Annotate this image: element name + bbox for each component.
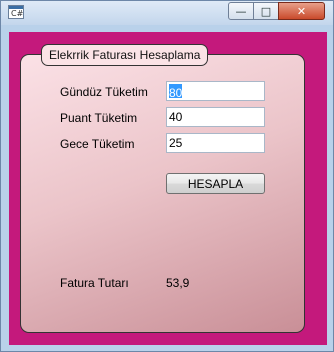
text-selection-highlight: 80 (169, 84, 183, 100)
maximize-button[interactable]: □ (253, 2, 279, 20)
app-window: C# — □ ✕ Elekrrik Faturası Hesaplama Gün… (0, 0, 334, 352)
calculate-button[interactable]: HESAPLA (166, 173, 265, 194)
puant-label: Puant Tüketim (60, 111, 138, 125)
close-button[interactable]: ✕ (278, 2, 325, 20)
title-bar[interactable]: C# — □ ✕ (1, 1, 333, 25)
app-icon[interactable]: C# (8, 5, 24, 19)
gece-input[interactable] (166, 133, 265, 153)
minimize-button[interactable]: — (228, 2, 254, 20)
close-icon: ✕ (296, 4, 307, 18)
app-icon-glyph: C# (11, 9, 24, 18)
minimize-icon: — (235, 4, 247, 18)
puant-input[interactable] (166, 107, 265, 127)
selected-text: 80 (169, 86, 183, 100)
maximize-icon: □ (260, 4, 272, 18)
result-value: 53,9 (166, 276, 190, 290)
groupbox-title: Elekrrik Faturası Hesaplama (41, 44, 209, 66)
gece-label: Gece Tüketim (60, 137, 135, 151)
result-label: Fatura Tutarı (60, 276, 129, 290)
gunduz-label: Gündüz Tüketim (60, 85, 148, 99)
